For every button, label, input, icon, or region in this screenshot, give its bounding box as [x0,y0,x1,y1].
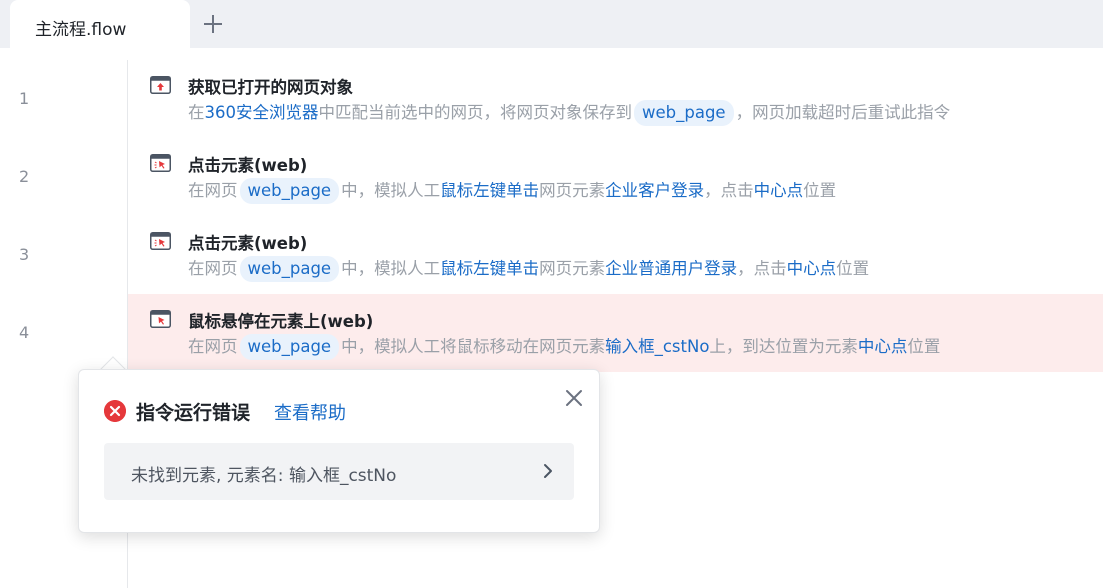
desc-text: 在网页 [188,181,238,200]
flow-step-3[interactable]: 点击元素(web) 在网页 web_page 中，模拟人工鼠标左键单击网页元素企业普… [128,216,1103,294]
step-description: 在网页 web_page 中，模拟人工将鼠标移动在网页元素输入框_cstNo上，到达… [188,333,940,361]
hover-element-icon [150,310,171,328]
desc-text: 网页元素 [539,259,606,278]
error-message: 未找到元素, 元素名: 输入框_cstNo [131,466,397,486]
tab-label: 主流程.flow [35,20,127,40]
tab-main-flow[interactable]: 主流程.flow [10,0,190,48]
desc-text: 中，模拟人工 [341,181,441,200]
desc-text: 中，模拟人工将鼠标移动在网页元素 [341,337,606,356]
step-title: 点击元素(web) [188,156,308,175]
desc-text: 在网页 [188,259,238,278]
desc-text: 位置 [803,181,837,200]
line-number: 4 [19,323,30,342]
step-title: 获取已打开的网页对象 [188,78,353,97]
desc-text: ，点击 [737,259,787,278]
error-detail-row[interactable]: 未找到元素, 元素名: 输入框_cstNo [104,443,574,500]
element-name: 企业普通用户登录 [605,259,738,278]
variable-chip[interactable]: web_page [239,334,340,360]
desc-text: 位置 [836,259,870,278]
click-element-icon [150,232,171,250]
action-name: 鼠标左键单击 [440,181,540,200]
step-description: 在网页 web_page 中，模拟人工鼠标左键单击网页元素企业普通用户登录，点击中心… [188,255,869,283]
line-number: 2 [19,167,30,186]
desc-text: ，网页加载超时后重试此指令 [735,103,951,122]
variable-chip[interactable]: web_page [239,178,340,204]
browser-name: 360安全浏览器 [204,103,319,122]
desc-text: 中匹配当前选中的网页，将网页对象保存到 [318,103,633,122]
line-number: 1 [19,89,30,108]
hover-point: 中心点 [857,337,908,356]
add-tab-icon[interactable] [201,12,225,36]
click-element-icon [150,154,171,172]
variable-chip[interactable]: web_page [634,100,734,126]
tab-bar: 主流程.flow [0,0,1103,48]
error-popup: 指令运行错误 查看帮助 未找到元素, 元素名: 输入框_cstNo [78,369,600,533]
desc-text: 在 [188,103,205,122]
step-title: 点击元素(web) [188,234,308,253]
desc-text: 上，到达位置为元素 [709,337,858,356]
desc-text: 位置 [907,337,941,356]
step-title: 鼠标悬停在元素上(web) [188,312,374,331]
click-point: 中心点 [753,181,804,200]
open-webpage-icon [150,76,171,94]
flow-step-1[interactable]: 获取已打开的网页对象 在360安全浏览器中匹配当前选中的网页，将网页对象保存到 w… [128,60,1103,138]
flow-step-4[interactable]: 鼠标悬停在元素上(web) 在网页 web_page 中，模拟人工将鼠标移动在网页元… [128,294,1103,372]
chevron-right-icon [544,464,552,478]
flow-step-2[interactable]: 点击元素(web) 在网页 web_page 中，模拟人工鼠标左键单击网页元素企业客… [128,138,1103,216]
desc-text: ，点击 [704,181,754,200]
element-name: 企业客户登录 [605,181,705,200]
desc-text: 中，模拟人工 [341,259,441,278]
variable-chip[interactable]: web_page [239,256,340,282]
error-title: 指令运行错误 [136,402,251,424]
desc-text: 网页元素 [539,181,606,200]
element-name: 输入框_cstNo [605,337,710,356]
close-icon[interactable] [563,387,585,409]
step-description: 在360安全浏览器中匹配当前选中的网页，将网页对象保存到 web_page ，网页加… [188,99,950,127]
step-description: 在网页 web_page 中，模拟人工鼠标左键单击网页元素企业客户登录，点击中心点位… [188,177,836,205]
click-point: 中心点 [786,259,837,278]
action-name: 鼠标左键单击 [440,259,540,278]
error-icon [104,400,126,422]
help-link[interactable]: 查看帮助 [274,399,346,425]
line-number: 3 [19,245,30,264]
desc-text: 在网页 [188,337,238,356]
